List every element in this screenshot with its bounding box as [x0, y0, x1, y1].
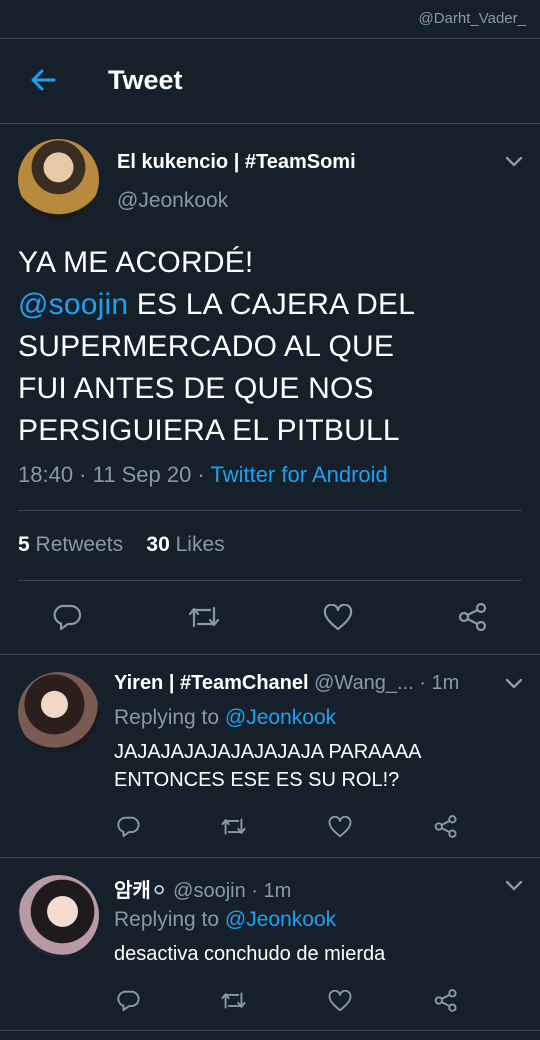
heart-icon[interactable] — [323, 604, 353, 631]
avatar[interactable] — [18, 875, 99, 956]
watermark: @Darht_Vader_ — [418, 10, 526, 27]
author-handle[interactable]: @Jeonkook — [117, 189, 228, 213]
reply-time: · 1m — [251, 880, 292, 902]
reply-icon[interactable] — [117, 989, 141, 1012]
retweet-icon[interactable] — [220, 816, 247, 837]
divider — [0, 857, 540, 858]
reply-icon[interactable] — [117, 815, 141, 838]
chevron-down-icon[interactable] — [504, 879, 524, 893]
chevron-down-icon[interactable] — [504, 677, 524, 691]
share-icon[interactable] — [458, 603, 488, 631]
replying-label: Replying to — [114, 706, 220, 729]
replying-mention[interactable]: @Jeonkook — [225, 706, 336, 729]
reply-text: JAJAJAJAJAJAJAJAJA PARAAAA ENTONCES ESE … — [114, 741, 421, 791]
retweets-stat[interactable]: 5 Retweets — [18, 533, 123, 556]
divider — [18, 580, 522, 581]
heart-icon[interactable] — [328, 816, 352, 838]
reply-author[interactable]: Yiren | #TeamChanel @Wang_... · 1m — [114, 672, 459, 695]
reply-text: desactiva conchudo de mierda — [114, 943, 386, 965]
replying-label: Replying to — [114, 908, 220, 931]
tweet-source-link[interactable]: Twitter for Android — [210, 462, 387, 487]
replying-mention[interactable]: @Jeonkook — [225, 908, 336, 931]
tweet-meta: 18:40 · 11 Sep 20 · Twitter for Android — [18, 462, 388, 488]
retweet-label: Retweets — [35, 533, 124, 556]
reply-display-name: Yiren | #TeamChanel — [114, 672, 309, 694]
replying-to: Replying to @Jeonkook — [114, 908, 336, 932]
page-title: Tweet — [108, 65, 183, 95]
top-bar: Tweet — [0, 38, 540, 124]
divider — [18, 510, 522, 511]
mention-link[interactable]: @soojin — [18, 288, 128, 321]
divider — [0, 1030, 540, 1031]
reply-handle: @Wang_... — [314, 672, 414, 694]
share-icon[interactable] — [434, 989, 458, 1012]
tweet-stats: 5 Retweets 30 Likes — [18, 533, 225, 557]
tweet-line: @soojin ES LA CAJERA DEL — [18, 284, 518, 326]
author-display-name[interactable]: El kukencio | #TeamSomi — [117, 151, 356, 174]
heart-icon[interactable] — [328, 990, 352, 1012]
meta-separator: · — [73, 462, 93, 487]
tweet-line: FUI ANTES DE QUE NOS — [18, 372, 374, 405]
pearl-emoji: ⚪ — [150, 880, 168, 902]
tweet-time: 18:40 — [18, 462, 74, 487]
tweet-line-rest: ES LA CAJERA DEL — [128, 288, 416, 321]
divider — [0, 654, 540, 655]
retweet-count: 5 — [18, 533, 30, 556]
replying-to: Replying to @Jeonkook — [114, 706, 336, 730]
reply-handle: @soojin — [173, 880, 246, 902]
reply-display-name: 암캐 — [114, 880, 151, 902]
avatar[interactable] — [18, 139, 99, 220]
like-count: 30 — [146, 533, 170, 556]
reply-time: · 1m — [419, 672, 460, 694]
tweet-line: SUPERMERCADO AL QUE — [18, 330, 395, 363]
reply-author[interactable]: 암캐⚪ @soojin · 1m — [114, 874, 291, 903]
tweet-line: PERSIGUIERA EL PITBULL — [18, 414, 400, 447]
like-label: Likes — [175, 533, 225, 556]
avatar[interactable] — [18, 672, 99, 753]
retweet-icon[interactable] — [187, 604, 221, 630]
retweet-icon[interactable] — [220, 990, 247, 1011]
tweet-text: YA ME ACORDÉ! @soojin ES LA CAJERA DEL S… — [18, 242, 518, 452]
arrow-left-icon[interactable] — [28, 65, 58, 95]
share-icon[interactable] — [434, 815, 458, 838]
tweet-date: 11 Sep 20 — [92, 462, 192, 487]
likes-stat[interactable]: 30 Likes — [146, 533, 224, 556]
tweet-line: YA ME ACORDÉ! — [18, 246, 254, 279]
reply-icon[interactable] — [53, 603, 83, 631]
meta-separator: · — [191, 462, 211, 487]
chevron-down-icon[interactable] — [504, 155, 524, 169]
